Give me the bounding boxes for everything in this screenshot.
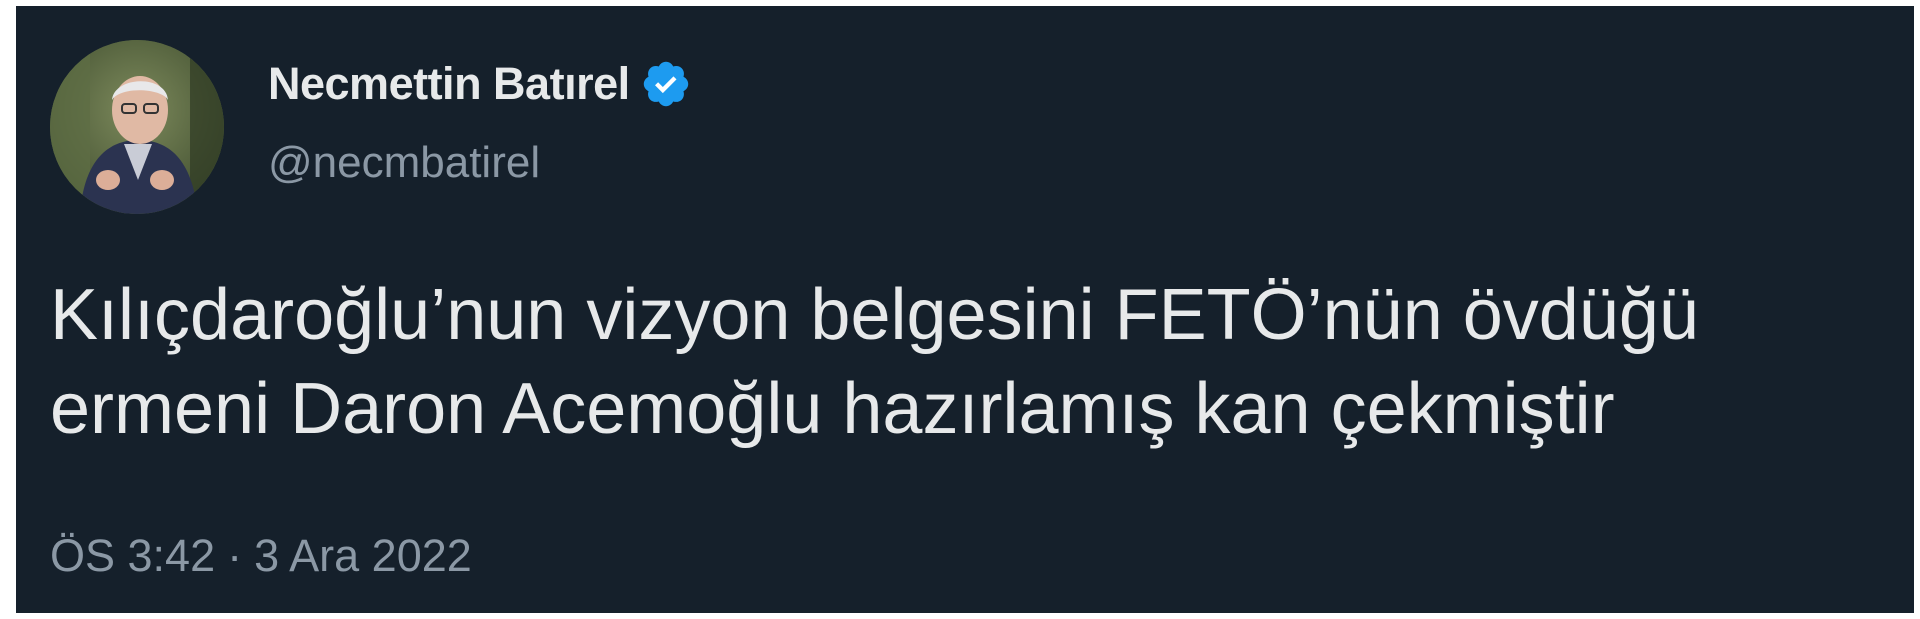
timestamp-separator: · [227, 530, 243, 581]
author-handle[interactable]: @necmbatirel [268, 138, 540, 188]
author-name-row: Necmettin Batırel [268, 58, 692, 110]
tweet-timestamp[interactable]: ÖS 3:42 · 3 Ara 2022 [50, 530, 472, 582]
verified-badge-icon [640, 58, 692, 110]
tweet-card: Necmettin Batırel @necmbatirel Kılıçdaro… [16, 6, 1914, 613]
author-display-name[interactable]: Necmettin Batırel [268, 58, 630, 110]
avatar-photo [50, 40, 224, 214]
tweet-text: Kılıçdaroğlu’nun vizyon belgesini FETÖ’n… [50, 275, 1699, 449]
avatar[interactable] [50, 40, 224, 214]
tweet-time[interactable]: ÖS 3:42 [50, 530, 215, 582]
tweet-date[interactable]: 3 Ara 2022 [254, 530, 472, 582]
